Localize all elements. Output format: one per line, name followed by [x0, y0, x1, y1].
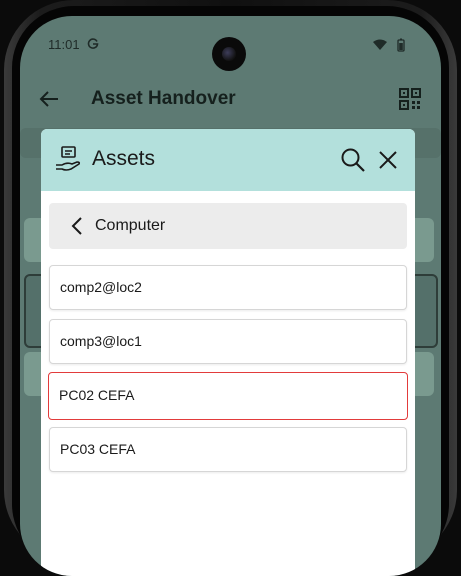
asset-label: PC02 CEFA: [59, 387, 135, 403]
category-back-button[interactable]: Computer: [49, 203, 407, 249]
page-title: Asset Handover: [91, 88, 236, 109]
asset-label: comp2@loc2: [60, 279, 142, 295]
category-label: Computer: [95, 217, 166, 234]
dialog-title: Assets: [92, 147, 156, 170]
list-item-asset-selected[interactable]: PC02 CEFA: [48, 372, 408, 420]
google-g-icon: [87, 38, 99, 49]
front-camera: [212, 37, 246, 71]
back-arrow-icon[interactable]: [38, 88, 60, 110]
dialog-header: Assets: [41, 129, 415, 191]
assets-dialog: Assets Computer comp2@loc2 comp3@loc1 PC…: [41, 129, 415, 576]
asset-hand-icon: [56, 146, 81, 171]
list-item-asset[interactable]: comp2@loc2: [49, 265, 407, 310]
qr-scan-icon[interactable]: [399, 88, 421, 110]
status-bar: 11:01: [20, 16, 441, 71]
asset-label: comp3@loc1: [60, 333, 142, 349]
close-icon[interactable]: [377, 149, 399, 171]
list-item-asset[interactable]: PC03 CEFA: [49, 427, 407, 472]
list-item-asset[interactable]: comp3@loc1: [49, 319, 407, 364]
wifi-icon: [373, 39, 387, 50]
battery-icon: [397, 38, 405, 52]
status-icons: [373, 38, 405, 52]
screen: 11:01 Asset Handover Assets Computer com…: [20, 16, 441, 576]
chevron-left-icon: [71, 217, 82, 235]
search-icon[interactable]: [340, 147, 366, 173]
status-time: 11:01: [48, 37, 80, 52]
app-bar: Asset Handover: [20, 78, 441, 124]
asset-label: PC03 CEFA: [60, 441, 136, 457]
